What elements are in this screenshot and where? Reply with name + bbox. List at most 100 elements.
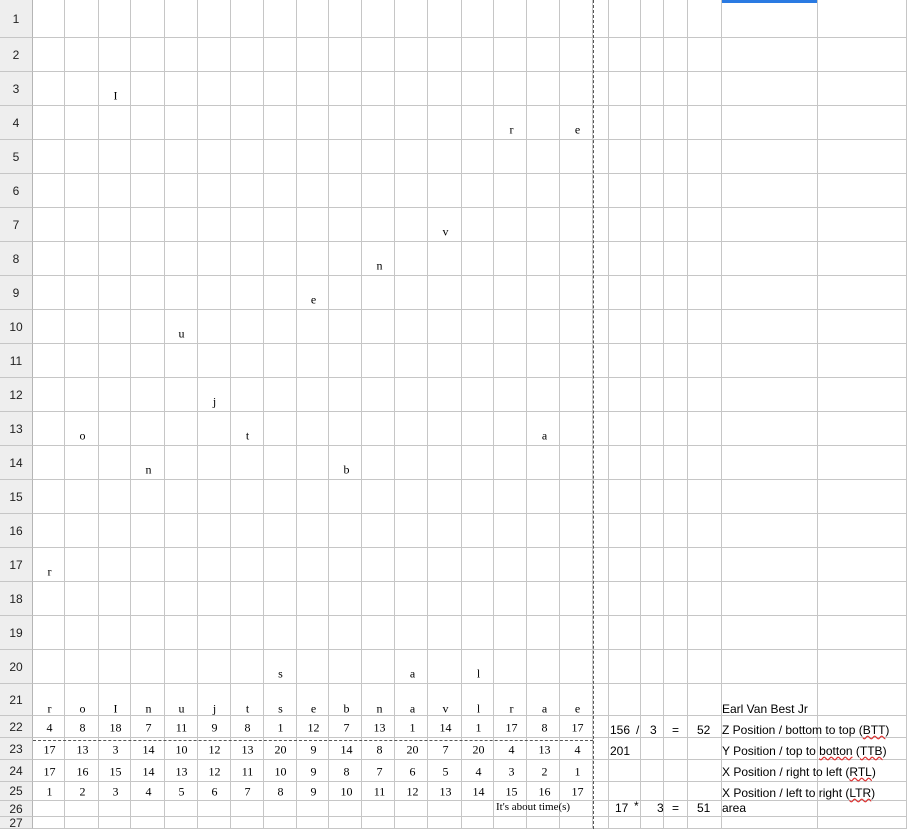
grid-cell[interactable] — [362, 801, 395, 817]
grid-cell[interactable] — [329, 344, 362, 378]
grid-cell[interactable] — [527, 242, 560, 276]
grid-cell[interactable] — [560, 310, 593, 344]
grid-cell[interactable] — [329, 140, 362, 174]
grid-cell[interactable] — [395, 344, 428, 378]
grid-cell[interactable] — [688, 378, 722, 412]
grid-cell[interactable] — [494, 344, 527, 378]
grid-cell[interactable] — [329, 582, 362, 616]
grid-cell[interactable] — [462, 446, 494, 480]
letter-cell[interactable]: t — [246, 701, 249, 716]
grid-cell[interactable] — [362, 106, 395, 140]
grid-cell[interactable] — [494, 72, 527, 106]
grid-cell[interactable] — [297, 344, 329, 378]
grid-cell[interactable] — [609, 140, 641, 174]
grid-cell[interactable] — [527, 208, 560, 242]
grid-cell[interactable] — [818, 582, 907, 616]
grid-cell[interactable] — [462, 344, 494, 378]
grid-cell[interactable] — [395, 582, 428, 616]
grid-cell[interactable] — [593, 801, 609, 817]
grid-cell[interactable] — [198, 38, 231, 72]
grid-cell[interactable] — [231, 446, 264, 480]
grid-cell[interactable] — [395, 276, 428, 310]
grid-cell[interactable] — [818, 684, 907, 716]
grid-cell[interactable] — [362, 0, 395, 38]
grid-cell[interactable] — [494, 140, 527, 174]
grid-cell[interactable] — [65, 276, 99, 310]
grid-cell[interactable] — [99, 817, 131, 829]
grid-cell[interactable] — [99, 0, 131, 38]
calc-r26-result[interactable]: 51 — [697, 801, 710, 815]
grid-cell[interactable] — [664, 548, 688, 582]
grid-cell[interactable] — [527, 174, 560, 208]
grid-cell[interactable] — [494, 38, 527, 72]
x-ltr-value-cell[interactable]: 8 — [278, 785, 284, 800]
grid-cell[interactable] — [198, 0, 231, 38]
grid-cell[interactable] — [722, 480, 818, 514]
grid-cell[interactable] — [329, 412, 362, 446]
grid-cell[interactable] — [65, 801, 99, 817]
row-header[interactable]: 6 — [0, 174, 33, 208]
grid-cell[interactable] — [593, 412, 609, 446]
grid-cell[interactable] — [362, 514, 395, 548]
grid-cell[interactable] — [395, 817, 428, 829]
grid-cell[interactable] — [560, 208, 593, 242]
grid-cell[interactable] — [722, 242, 818, 276]
grid-cell[interactable] — [131, 582, 165, 616]
grid-cell[interactable] — [688, 817, 722, 829]
grid-cell[interactable] — [165, 582, 198, 616]
y-value-cell[interactable]: 9 — [311, 743, 317, 758]
z-value-cell[interactable]: 12 — [308, 721, 320, 736]
grid-cell[interactable] — [329, 208, 362, 242]
grid-cell[interactable] — [527, 310, 560, 344]
grid-cell[interactable] — [560, 514, 593, 548]
grid-cell[interactable] — [362, 38, 395, 72]
grid-cell[interactable] — [131, 0, 165, 38]
grid-cell[interactable] — [165, 242, 198, 276]
grid-cell[interactable] — [329, 514, 362, 548]
grid-cell[interactable] — [818, 616, 907, 650]
grid-cell[interactable] — [362, 344, 395, 378]
grid-cell[interactable] — [527, 344, 560, 378]
grid-cell[interactable] — [664, 446, 688, 480]
x-rtl-value-cell[interactable]: 5 — [443, 765, 449, 780]
grid-cell[interactable] — [560, 242, 593, 276]
grid-cell[interactable] — [65, 242, 99, 276]
z-value-cell[interactable]: 8 — [80, 721, 86, 736]
grid-cell[interactable] — [362, 616, 395, 650]
grid-cell[interactable] — [99, 38, 131, 72]
z-value-cell[interactable]: 13 — [374, 721, 386, 736]
grid-cell[interactable] — [722, 72, 818, 106]
grid-cell[interactable] — [297, 310, 329, 344]
z-value-cell[interactable]: 7 — [344, 721, 350, 736]
y-value-cell[interactable]: 14 — [341, 743, 353, 758]
grid-cell[interactable] — [264, 140, 297, 174]
grid-cell[interactable] — [818, 276, 907, 310]
letter-cell[interactable]: n — [146, 701, 152, 716]
grid-cell[interactable] — [33, 378, 65, 412]
grid-cell[interactable] — [231, 310, 264, 344]
grid-cell[interactable] — [33, 650, 65, 684]
letter-cell[interactable]: v — [443, 701, 449, 716]
grid-cell[interactable] — [688, 276, 722, 310]
grid-cell[interactable] — [462, 616, 494, 650]
grid-cell[interactable] — [329, 310, 362, 344]
grid-cell[interactable] — [395, 548, 428, 582]
grid-cell[interactable] — [593, 174, 609, 208]
grid-cell[interactable] — [99, 310, 131, 344]
grid-cell[interactable] — [593, 716, 609, 738]
grid-cell[interactable] — [329, 616, 362, 650]
grid-cell[interactable] — [664, 782, 688, 801]
grid-cell[interactable] — [664, 817, 688, 829]
grid-cell[interactable] — [641, 616, 664, 650]
grid-cell[interactable] — [329, 0, 362, 38]
grid-cell[interactable] — [297, 174, 329, 208]
grid-cell[interactable] — [609, 480, 641, 514]
grid-cell[interactable] — [99, 242, 131, 276]
grid-cell[interactable] — [527, 106, 560, 140]
grid-cell[interactable] — [722, 650, 818, 684]
grid-cell[interactable] — [165, 480, 198, 514]
grid-cell[interactable] — [297, 0, 329, 38]
grid-cell[interactable] — [609, 378, 641, 412]
letter-cell[interactable]: l — [477, 701, 480, 716]
grid-cell[interactable] — [641, 38, 664, 72]
